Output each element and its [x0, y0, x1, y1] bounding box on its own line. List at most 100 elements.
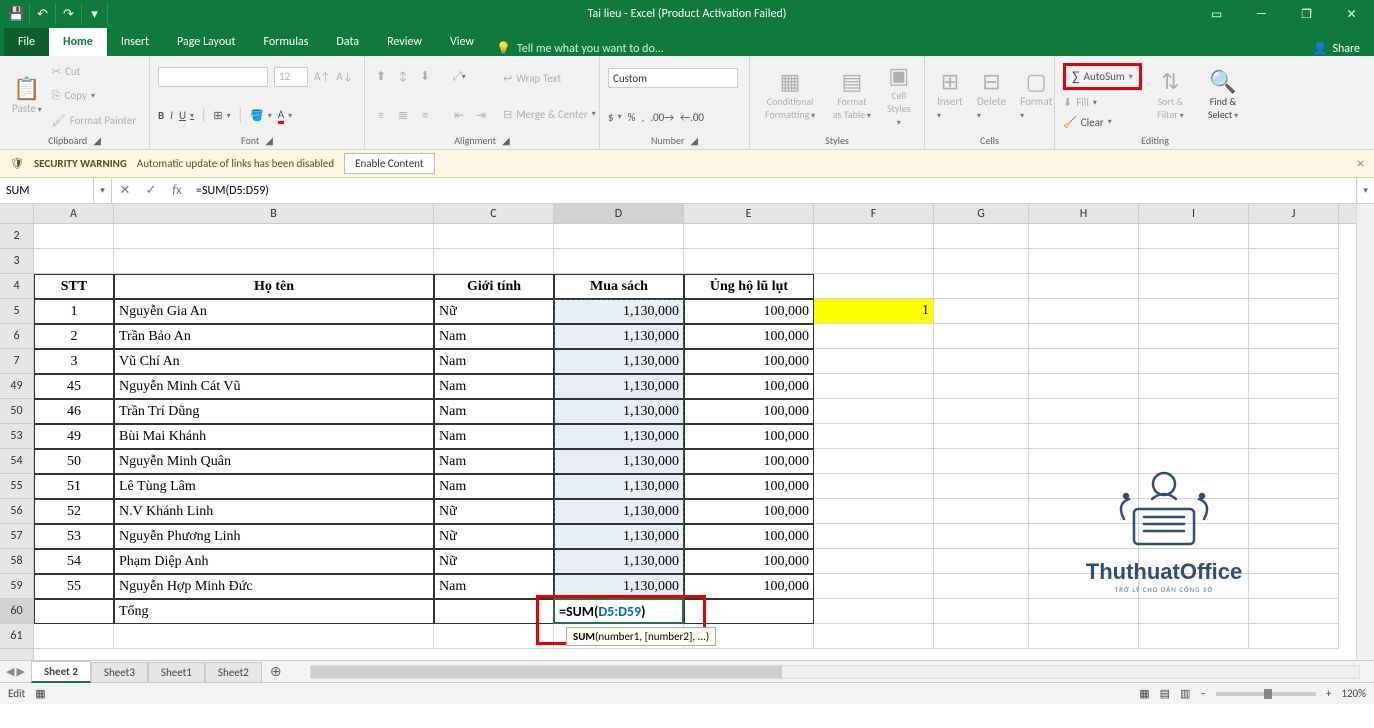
tell-me-search[interactable]: 💡 Tell me what you want to do... — [496, 41, 664, 56]
cell-stt[interactable]: 2 — [34, 324, 114, 349]
cell[interactable] — [1139, 549, 1249, 574]
cell[interactable] — [1029, 374, 1139, 399]
cell[interactable] — [934, 349, 1029, 374]
orientation-icon[interactable]: ⤢ — [451, 69, 467, 85]
row-header-57[interactable]: 57 — [0, 524, 33, 549]
cell[interactable] — [1249, 324, 1339, 349]
column-header-I[interactable]: I — [1139, 204, 1249, 223]
cell[interactable] — [1029, 274, 1139, 299]
format-as-table-button[interactable]: ▤Format as Table — [828, 60, 875, 132]
column-header-E[interactable]: E — [684, 204, 814, 223]
cell[interactable] — [114, 624, 434, 649]
cell-hoten[interactable]: N.V Khánh Linh — [114, 499, 434, 524]
row-header-5[interactable]: 5 — [0, 299, 33, 324]
cell-tong-stt[interactable] — [34, 599, 114, 624]
qat-customize-icon[interactable]: ▾ — [86, 3, 108, 25]
cell-stt[interactable]: 55 — [34, 574, 114, 599]
underline-button[interactable]: U — [179, 109, 194, 122]
bold-button[interactable]: B — [158, 109, 164, 122]
tab-insert[interactable]: Insert — [107, 28, 163, 56]
cell-ungho[interactable]: 100,000 — [684, 549, 814, 574]
cell[interactable] — [934, 249, 1029, 274]
cell-muasach[interactable]: 1,130,000 — [554, 474, 684, 499]
cell[interactable] — [1029, 499, 1139, 524]
comma-format-icon[interactable]: , — [641, 111, 644, 124]
cell-stt[interactable]: 45 — [34, 374, 114, 399]
clear-button[interactable]: 🧹Clear — [1063, 116, 1142, 129]
dialog-launcher-icon[interactable]: ◢ — [502, 134, 510, 147]
cell-gioitinh[interactable]: Nam — [434, 324, 554, 349]
cell[interactable] — [1139, 499, 1249, 524]
cell[interactable] — [934, 324, 1029, 349]
tab-review[interactable]: Review — [373, 28, 436, 56]
sheet-nav-next-icon[interactable]: ▶ — [16, 665, 24, 678]
cell-muasach[interactable]: 1,130,000 — [554, 424, 684, 449]
row-header-53[interactable]: 53 — [0, 424, 33, 449]
cell[interactable] — [434, 249, 554, 274]
row-header-3[interactable]: 3 — [0, 249, 33, 274]
cell-hoten[interactable]: Nguyễn Minh Quân — [114, 449, 434, 474]
formula-expand-icon[interactable]: ▾ — [1356, 178, 1374, 203]
enter-formula-icon[interactable]: ✓ — [138, 183, 164, 198]
cell-muasach[interactable]: 1,130,000 — [554, 374, 684, 399]
cell-ungho[interactable]: 100,000 — [684, 524, 814, 549]
enable-content-button[interactable]: Enable Content — [344, 153, 434, 174]
macro-record-icon[interactable]: ▦ — [35, 687, 45, 700]
tab-file[interactable]: File — [4, 28, 49, 56]
fill-button[interactable]: ⬇Fill — [1063, 96, 1142, 109]
row-header-2[interactable]: 2 — [0, 224, 33, 249]
cell-ungho[interactable]: 100,000 — [684, 499, 814, 524]
cell-stt[interactable]: 3 — [34, 349, 114, 374]
cell-gioitinh[interactable]: Nam — [434, 474, 554, 499]
cell-f[interactable] — [814, 424, 934, 449]
cell[interactable] — [934, 624, 1029, 649]
align-top-icon[interactable]: ⬆ — [373, 69, 389, 85]
cell[interactable] — [934, 524, 1029, 549]
cell-ungho[interactable]: 100,000 — [684, 574, 814, 599]
active-cell-formula[interactable]: =SUM(D5:D59) — [554, 599, 684, 624]
cell-muasach[interactable]: 1,130,000 — [554, 449, 684, 474]
dialog-launcher-icon[interactable]: ◢ — [265, 134, 273, 147]
cell[interactable] — [1249, 499, 1339, 524]
tab-pagelayout[interactable]: Page Layout — [163, 28, 249, 56]
dialog-launcher-icon[interactable]: ◢ — [93, 134, 101, 147]
cell[interactable] — [1249, 624, 1339, 649]
font-name-select[interactable] — [158, 67, 268, 87]
sheet-tab-active[interactable]: Sheet 2 — [31, 661, 91, 683]
cell[interactable] — [1139, 624, 1249, 649]
view-pagebreak-icon[interactable]: ▥ — [1180, 687, 1190, 700]
cell[interactable] — [1249, 349, 1339, 374]
cell-ungho[interactable]: 100,000 — [684, 349, 814, 374]
header-ungho[interactable]: Ủng hộ lũ lụt — [684, 274, 814, 299]
cell-stt[interactable]: 51 — [34, 474, 114, 499]
cell-ungho[interactable]: 100,000 — [684, 474, 814, 499]
cell[interactable] — [1029, 424, 1139, 449]
cell[interactable] — [1139, 449, 1249, 474]
row-header-49[interactable]: 49 — [0, 374, 33, 399]
find-select-button[interactable]: 🔍Find & Select — [1199, 60, 1247, 132]
cell[interactable] — [554, 249, 684, 274]
cell-ungho[interactable]: 100,000 — [684, 374, 814, 399]
cell-f[interactable] — [814, 374, 934, 399]
merge-center-button[interactable]: ⊟Merge & Center — [503, 108, 596, 121]
cell[interactable] — [934, 374, 1029, 399]
view-normal-icon[interactable]: ▦ — [1139, 687, 1149, 700]
font-size-select[interactable]: 12 — [274, 67, 308, 87]
cell[interactable] — [1029, 224, 1139, 249]
cell[interactable] — [1139, 224, 1249, 249]
cell[interactable] — [1029, 399, 1139, 424]
sheet-tab[interactable]: Sheet3 — [91, 662, 148, 682]
cell-hoten[interactable]: Nguyễn Gia An — [114, 299, 434, 324]
cell[interactable] — [1029, 249, 1139, 274]
row-header-56[interactable]: 56 — [0, 499, 33, 524]
border-button[interactable]: ⊞ — [213, 109, 230, 122]
cell-muasach[interactable]: 1,130,000 — [554, 574, 684, 599]
cell[interactable] — [554, 224, 684, 249]
sort-filter-button[interactable]: ⇅Sort & Filter — [1148, 60, 1193, 132]
cell[interactable] — [1249, 399, 1339, 424]
cell[interactable] — [1029, 349, 1139, 374]
cell-muasach[interactable]: 1,130,000 — [554, 549, 684, 574]
cell-gioitinh[interactable]: Nam — [434, 449, 554, 474]
header-hoten[interactable]: Họ tên — [114, 274, 434, 299]
header-gioitinh[interactable]: Giới tính — [434, 274, 554, 299]
